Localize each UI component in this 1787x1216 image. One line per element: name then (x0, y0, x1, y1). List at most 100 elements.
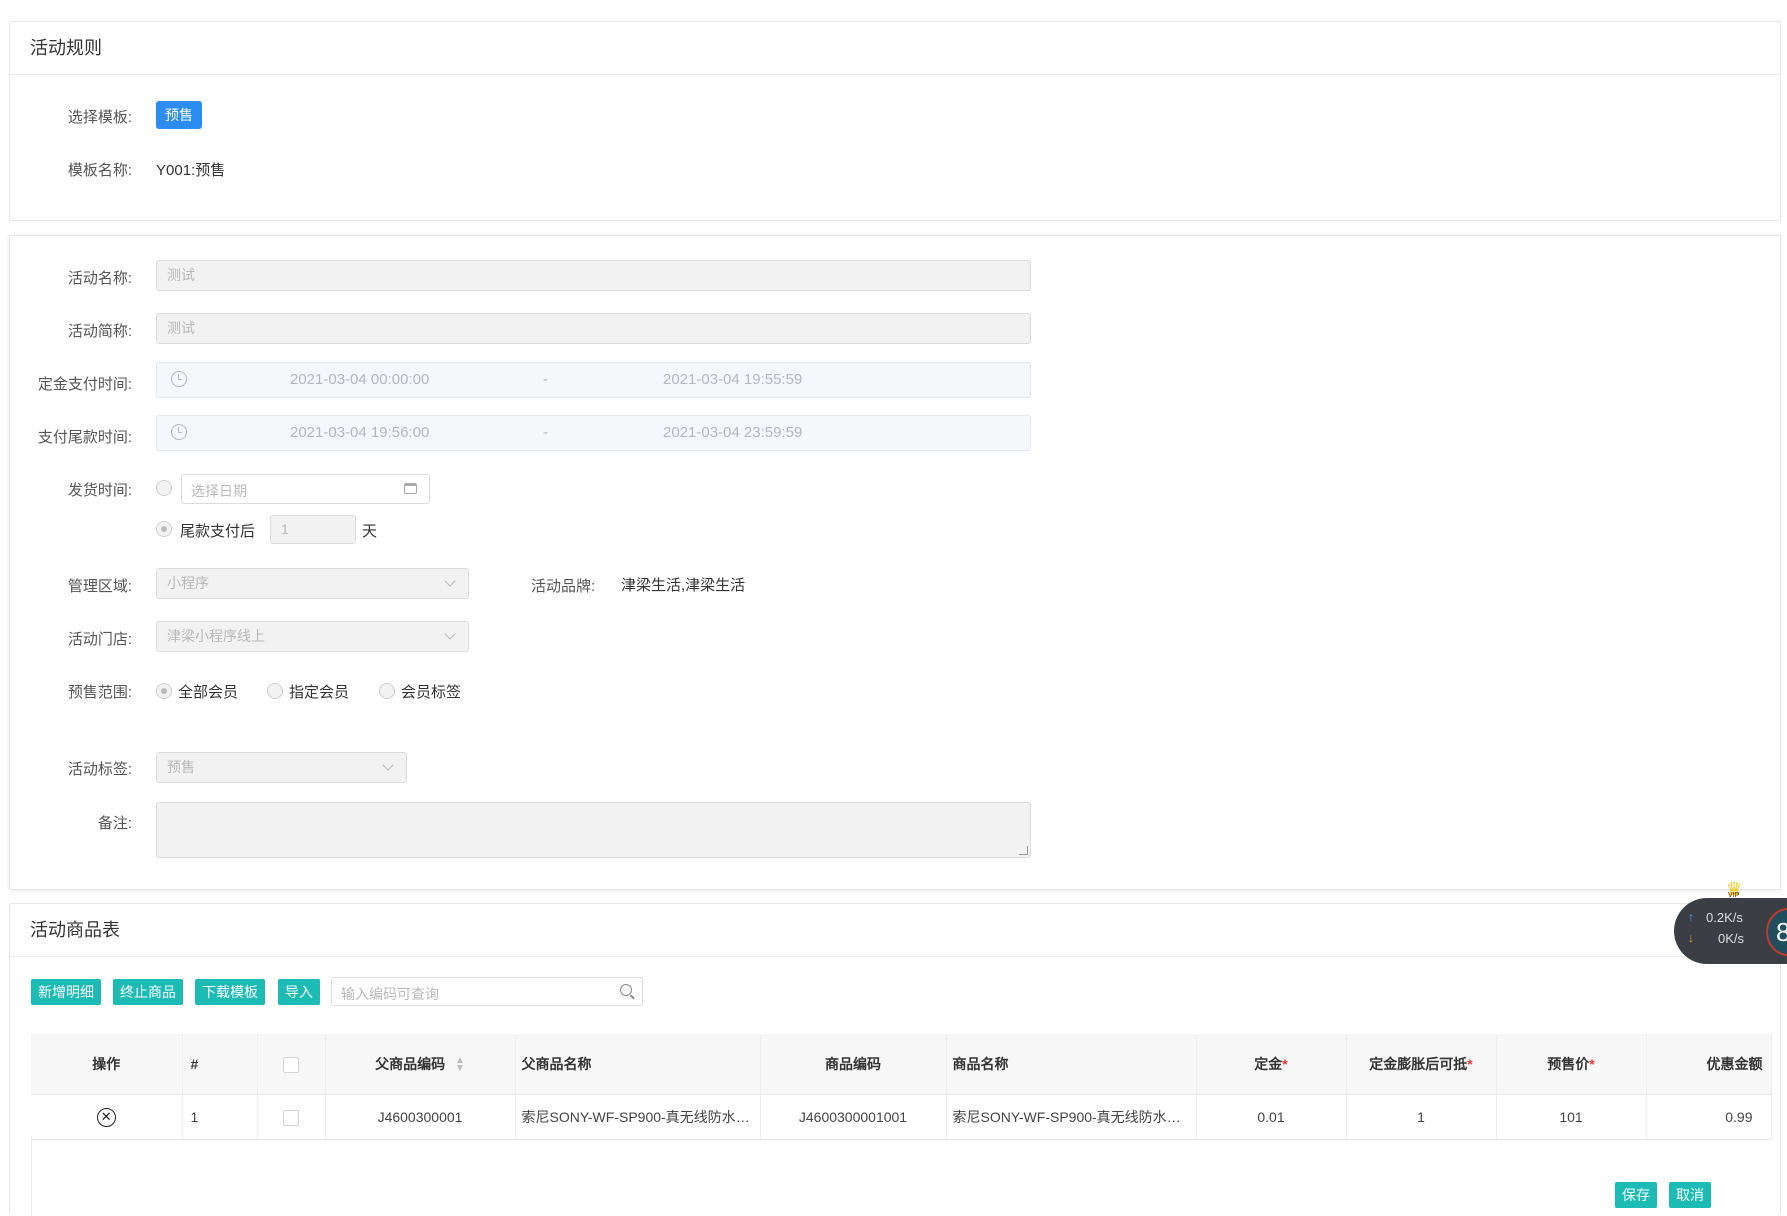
chevron-down-icon (444, 575, 456, 587)
ship-after-days: 1 (281, 521, 289, 537)
vip-label: VIP (1728, 892, 1740, 899)
scope-label: 预售范围: (67, 684, 132, 701)
row-presale-price[interactable]: 101 (1496, 1094, 1647, 1140)
download-template-button[interactable]: 下载模板 (195, 979, 265, 1005)
required-mark: * (1589, 1056, 1595, 1072)
select-all-checkbox[interactable] (283, 1056, 299, 1073)
table-row: ✕ 1 J4600300001 索尼SONY-WF-SP900-真无线防水运动耳… (31, 1094, 1772, 1140)
brand-value: 津梁生活,津梁生活 (621, 577, 746, 594)
col-parent-name: 父商品名称 (515, 1034, 761, 1095)
scope-specified-radio[interactable] (267, 683, 283, 699)
remark-label: 备注: (97, 815, 132, 832)
remove-row-icon[interactable]: ✕ (96, 1107, 116, 1127)
ship-time-label: 发货时间: (67, 482, 132, 499)
terminate-product-button[interactable]: 终止商品 (113, 979, 183, 1005)
deposit-start: 2021-03-04 00:00:00 (290, 371, 430, 388)
ship-date-radio[interactable] (156, 480, 172, 496)
resize-handle-icon (1019, 846, 1028, 855)
balance-end: 2021-03-04 23:59:59 (663, 424, 803, 441)
rules-card: 活动规则 选择模板: 预售 模板名称: Y001:预售 (9, 21, 1781, 221)
deposit-end: 2021-03-04 19:55:59 (663, 371, 803, 388)
products-title: 活动商品表 (10, 904, 1780, 957)
col-code: 商品编码 (760, 1034, 947, 1095)
ship-unit: 天 (362, 523, 378, 540)
col-parent-code[interactable]: 父商品编码 ▲ ▼ (325, 1034, 516, 1095)
store-label: 活动门店: (67, 631, 132, 648)
sort-icon[interactable]: ▲ ▼ (455, 1056, 465, 1074)
deposit-range-sep: - (543, 371, 548, 388)
table-body-frame (31, 1136, 1772, 1216)
ship-date-placeholder: 选择日期 (191, 483, 247, 499)
deposit-time-range[interactable]: 2021-03-04 00:00:00 - 2021-03-04 19:55:5… (156, 362, 1031, 398)
template-tag-button[interactable]: 预售 (156, 101, 202, 129)
col-action: 操作 (31, 1034, 183, 1095)
import-button[interactable]: 导入 (278, 979, 320, 1005)
col-deductible-label: 定金膨胀后可抵 (1369, 1056, 1468, 1072)
cancel-button[interactable]: 取消 (1669, 1182, 1711, 1208)
remark-textarea[interactable] (156, 802, 1031, 858)
col-index: # (182, 1034, 258, 1095)
scope-specified-label: 指定会员 (289, 684, 350, 701)
chevron-down-icon (444, 628, 456, 640)
col-deposit-label: 定金 (1254, 1056, 1283, 1072)
network-speed-widget[interactable]: ↑ 0.2K/s ↓ 0K/s 8 (1674, 898, 1787, 964)
col-deductible: 定金膨胀后可抵* (1346, 1034, 1497, 1095)
row-code: J4600300001001 (760, 1094, 947, 1140)
store-select[interactable]: 津梁小程序线上 (156, 621, 469, 652)
upload-arrow-icon: ↑ (1688, 910, 1694, 924)
ship-after-label: 尾款支付后 (180, 523, 256, 540)
upload-speed: 0.2K/s (1706, 910, 1743, 925)
vip-crown-icon: ♛ VIP (1726, 880, 1750, 900)
required-mark: * (1282, 1056, 1288, 1072)
template-name: Y001:预售 (156, 162, 226, 179)
activity-short-input[interactable]: 测试 (156, 313, 1031, 344)
col-presale-price-label: 预售价 (1547, 1056, 1590, 1072)
row-discount: 0.99 (1646, 1094, 1772, 1140)
row-checkbox[interactable] (283, 1109, 299, 1126)
clock-icon (171, 424, 187, 440)
col-parent-code-label: 父商品编码 (375, 1056, 446, 1072)
activity-form-card: 活动名称: 测试 活动简称: 测试 定金支付时间: 2021-03-04 00:… (9, 235, 1781, 890)
add-detail-button[interactable]: 新增明细 (31, 979, 101, 1005)
store-value: 津梁小程序线上 (167, 628, 265, 644)
clock-icon (171, 371, 187, 387)
tag-label: 活动标签: (67, 761, 132, 778)
save-button[interactable]: 保存 (1615, 1182, 1657, 1208)
row-parent-name: 索尼SONY-WF-SP900-真无线防水运动耳机 (515, 1094, 761, 1140)
activity-name-input[interactable]: 测试 (156, 260, 1031, 291)
region-label: 管理区域: (67, 578, 132, 595)
balance-time-range[interactable]: 2021-03-04 19:56:00 - 2021-03-04 23:59:5… (156, 415, 1031, 451)
col-name: 商品名称 (946, 1034, 1197, 1095)
row-name: 索尼SONY-WF-SP900-真无线防水运动耳机 (946, 1094, 1197, 1140)
search-placeholder: 输入编码可查询 (341, 986, 439, 1002)
balance-time-label: 支付尾款时间: (37, 429, 132, 446)
region-select[interactable]: 小程序 (156, 568, 469, 599)
col-presale-price: 预售价* (1496, 1034, 1647, 1095)
download-speed: 0K/s (1718, 931, 1745, 946)
table-header-row: 操作 # 父商品编码 ▲ ▼ 父商品名称 商品编码 商品名称 定金* 定金膨胀后可… (31, 1034, 1772, 1095)
ship-date-picker[interactable]: 选择日期 (181, 474, 430, 504)
row-parent-code: J4600300001 (325, 1094, 516, 1140)
scope-tag-radio[interactable] (379, 683, 395, 699)
download-arrow-icon: ↓ (1688, 931, 1694, 945)
template-label: 选择模板: (67, 109, 132, 126)
products-card: 活动商品表 新增明细 终止商品 下载模板 导入 输入编码可查询 操作 # 父商品… (9, 903, 1781, 1216)
activity-name-value: 测试 (167, 267, 195, 283)
balance-range-sep: - (543, 424, 548, 441)
search-icon-handle (630, 994, 635, 1000)
ship-after-radio[interactable] (156, 521, 172, 537)
brand-label: 活动品牌: (531, 578, 596, 595)
row-deductible[interactable]: 1 (1346, 1094, 1497, 1140)
row-select-cell (257, 1094, 326, 1140)
ship-after-days-input[interactable]: 1 (270, 515, 356, 544)
scope-all-radio[interactable] (156, 683, 172, 699)
row-deposit[interactable]: 0.01 (1196, 1094, 1347, 1140)
deposit-time-label: 定金支付时间: (37, 376, 132, 393)
scope-all-label: 全部会员 (178, 684, 239, 701)
code-search-input[interactable]: 输入编码可查询 (331, 977, 643, 1006)
activity-short-label: 活动简称: (67, 323, 132, 340)
col-deposit: 定金* (1196, 1034, 1347, 1095)
row-action-cell: ✕ (31, 1094, 183, 1140)
balance-start: 2021-03-04 19:56:00 (290, 424, 430, 441)
tag-select[interactable]: 预售 (156, 752, 407, 783)
